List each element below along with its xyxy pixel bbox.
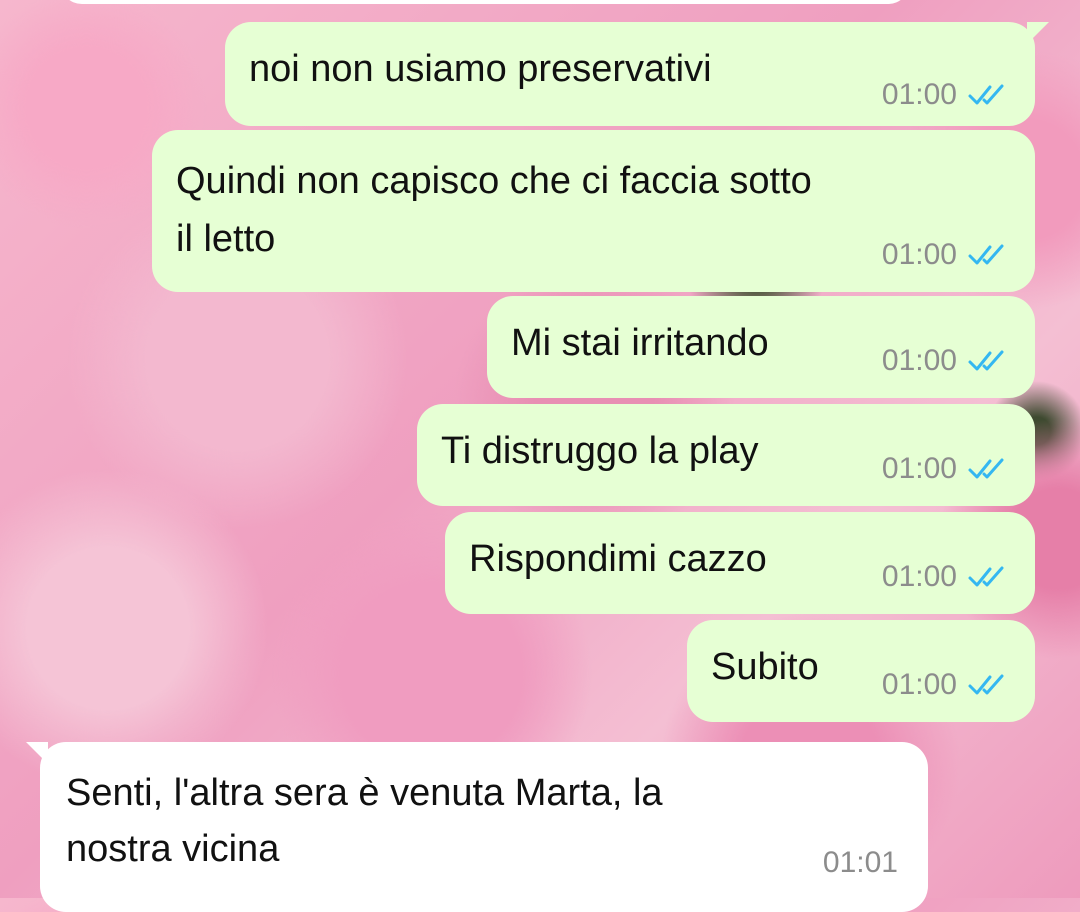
message-bubble-outgoing[interactable]: Rispondimi cazzo 01:00 — [445, 512, 1035, 614]
message-bubble-outgoing[interactable]: Ti distruggo la play 01:00 — [417, 404, 1035, 506]
message-time: 01:00 — [881, 344, 957, 377]
double-check-read-icon — [968, 458, 1004, 479]
message-meta: 01:00 — [882, 78, 1007, 112]
message-time: 01:00 — [881, 452, 957, 485]
message-meta: 01:00 — [882, 344, 1007, 378]
message-meta: 01:00 — [882, 452, 1007, 486]
double-check-read-icon — [968, 244, 1004, 265]
message-text: Mi stai irritando — [511, 322, 769, 364]
message-bubble-outgoing[interactable]: Subito 01:00 — [687, 620, 1035, 722]
message-bubble-outgoing[interactable]: Quindi non capisco che ci faccia sotto i… — [152, 130, 1035, 292]
message-bubble-incoming[interactable]: Senti, l'altra sera è venuta Marta, la n… — [26, 742, 928, 912]
message-meta: 01:00 — [882, 238, 1007, 272]
message-text-line: il letto — [176, 218, 276, 260]
message-time: 01:01 — [822, 846, 898, 879]
double-check-read-icon — [968, 566, 1004, 587]
message-bubble-outgoing[interactable]: Mi stai irritando 01:00 — [487, 296, 1035, 398]
message-text-line: Quindi non capisco che ci faccia sotto — [176, 160, 812, 202]
double-check-read-icon — [968, 674, 1004, 695]
message-meta: 01:00 — [882, 668, 1007, 702]
message-text: Rispondimi cazzo — [469, 538, 767, 580]
message-text: Ti distruggo la play — [441, 430, 759, 472]
message-text: noi non usiamo preservativi — [249, 48, 712, 90]
message-bubble-outgoing[interactable]: noi non usiamo preservativi 01:00 — [225, 22, 1049, 126]
message-text: Subito — [711, 646, 819, 688]
message-time: 01:00 — [881, 238, 957, 271]
message-time: 01:00 — [881, 668, 957, 701]
previous-message-bubble-edge — [60, 0, 910, 4]
message-meta: 01:00 — [882, 560, 1007, 594]
message-time: 01:00 — [881, 560, 957, 593]
double-check-read-icon — [968, 350, 1004, 371]
double-check-read-icon — [968, 84, 1004, 105]
message-meta: 01:01 — [823, 846, 898, 880]
message-text-line: Senti, l'altra sera è venuta Marta, la — [66, 772, 663, 814]
message-text-line: nostra vicina — [66, 828, 280, 870]
message-time: 01:00 — [881, 78, 957, 111]
